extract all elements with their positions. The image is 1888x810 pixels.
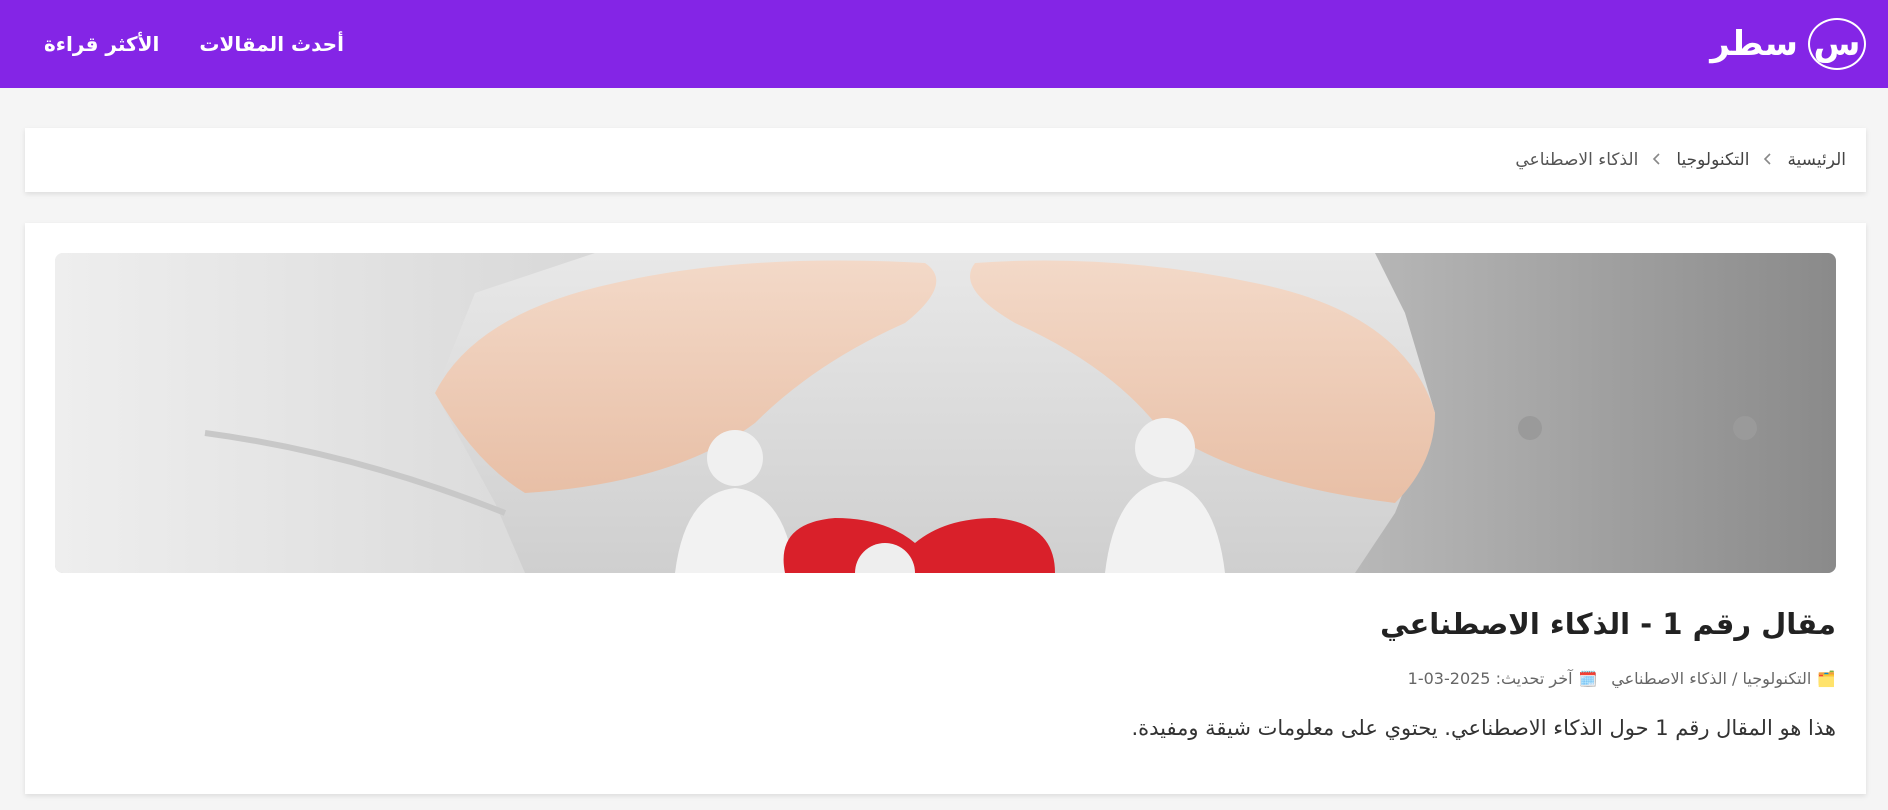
article-hero-image xyxy=(55,253,1836,573)
article-card: مقال رقم 1 - الذكاء الاصطناعي 🗂️ التكنول… xyxy=(25,223,1866,794)
brand-logo[interactable]: س xyxy=(1808,18,1866,70)
calendar-icon: 🗓️ xyxy=(1578,669,1598,688)
top-navbar: س سطر أحدث المقالات الأكثر قراءة xyxy=(0,0,1888,88)
breadcrumb-current: الذكاء الاصطناعي xyxy=(1515,150,1639,170)
nav-links: أحدث المقالات الأكثر قراءة xyxy=(44,32,344,56)
article-excerpt: هذا هو المقال رقم 1 حول الذكاء الاصطناعي… xyxy=(1131,716,1836,740)
nav-link-latest[interactable]: أحدث المقالات xyxy=(199,32,344,56)
article-updated-label: آخر تحديث: 2025-03-1 xyxy=(1407,669,1573,688)
breadcrumb-technology[interactable]: التكنولوجيا xyxy=(1676,150,1749,170)
folder-icon: 🗂️ xyxy=(1817,669,1836,688)
chevron-left-icon xyxy=(1652,151,1662,170)
breadcrumb-home[interactable]: الرئيسية xyxy=(1787,150,1846,170)
nav-link-most-read[interactable]: الأكثر قراءة xyxy=(44,32,159,56)
article-updated: 🗓️ آخر تحديث: 2025-03-1 xyxy=(1408,669,1598,688)
article-category-label: التكنولوجيا / الذكاء الاصطناعي xyxy=(1611,669,1812,688)
article-category[interactable]: 🗂️ التكنولوجيا / الذكاء الاصطناعي xyxy=(1611,669,1836,688)
breadcrumb: الرئيسية التكنولوجيا الذكاء الاصطناعي xyxy=(25,128,1866,192)
article-title[interactable]: مقال رقم 1 - الذكاء الاصطناعي xyxy=(55,607,1836,641)
article-meta: 🗂️ التكنولوجيا / الذكاء الاصطناعي 🗓️ آخر… xyxy=(55,669,1836,688)
brand-name[interactable]: سطر xyxy=(1710,24,1798,64)
chevron-left-icon xyxy=(1763,151,1773,170)
brand[interactable]: س سطر xyxy=(1710,18,1866,70)
